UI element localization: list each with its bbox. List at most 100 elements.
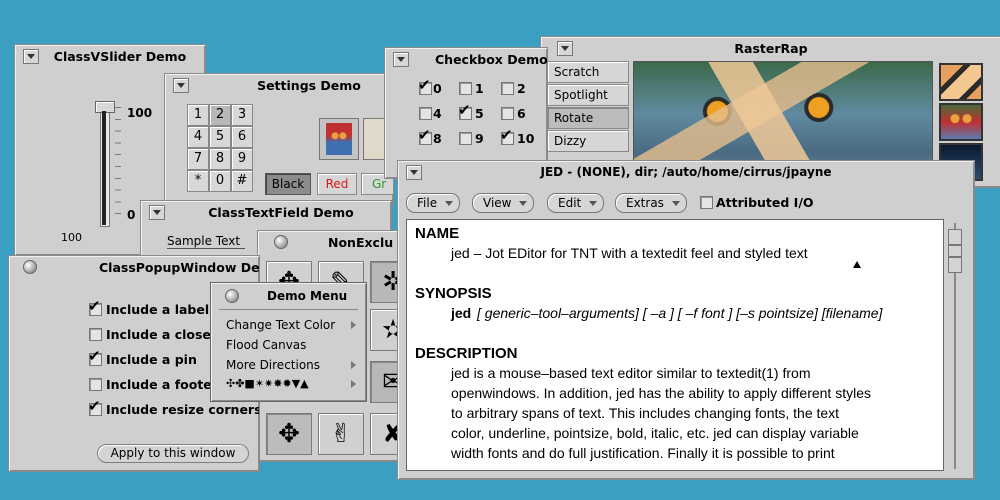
- color-red-button[interactable]: Red: [317, 173, 357, 195]
- jed-window: JED - (NONE), dir; /auto/home/cirrus/jpa…: [397, 160, 975, 480]
- extras-menu-label: Extras: [626, 196, 664, 210]
- sample-text-field[interactable]: Sample Text: [167, 234, 245, 249]
- window-menu-button[interactable]: [173, 78, 189, 93]
- vertical-scrollbar[interactable]: [948, 223, 962, 469]
- attributed-io-checkbox[interactable]: [700, 196, 713, 209]
- slider-min-label: 0: [127, 208, 136, 222]
- check-mark-icon: ✔: [88, 297, 101, 315]
- keypad-key[interactable]: 0: [209, 170, 231, 192]
- keypad-key[interactable]: 6: [231, 126, 253, 148]
- checkbox-4[interactable]: [419, 107, 432, 120]
- settings-titlebar[interactable]: Settings Demo: [165, 74, 393, 96]
- apply-to-window-button[interactable]: Apply to this window: [97, 444, 249, 463]
- chevron-down-icon: [445, 201, 454, 206]
- scroll-elevator[interactable]: [948, 245, 962, 257]
- demo-menu: Demo Menu Change Text Color Flood Canvas…: [210, 282, 367, 402]
- keypad-key[interactable]: 3: [231, 104, 253, 126]
- attributed-io-label: Attributed I/O: [716, 195, 814, 210]
- keypad-key[interactable]: 4: [187, 126, 209, 148]
- image-button-mandrill[interactable]: [319, 118, 359, 160]
- menu-item-symbols[interactable]: ✣✤■✶✷✸✹▼▲: [226, 377, 309, 390]
- extras-menu-button[interactable]: Extras: [615, 193, 687, 213]
- mandrill-image: [326, 123, 352, 155]
- synopsis-cmd: jed: [451, 305, 472, 321]
- window-menu-button[interactable]: [149, 205, 165, 220]
- include-close-text: Include a close: [106, 327, 211, 342]
- chevron-down-icon: [589, 201, 598, 206]
- menu-item-change-text-color[interactable]: Change Text Color: [226, 318, 335, 332]
- synopsis-args: [ generic–tool–arguments] [ –a ] [ –f fo…: [477, 305, 883, 321]
- keypad-key[interactable]: 5: [209, 126, 231, 148]
- text-area[interactable]: NAME jed – Jot EDitor for TNT with a tex…: [406, 219, 944, 471]
- include-footer-checkbox[interactable]: [89, 378, 102, 391]
- checkbox-2[interactable]: [501, 82, 514, 95]
- keypad-key[interactable]: 8: [209, 148, 231, 170]
- pin-icon[interactable]: [23, 260, 37, 274]
- checkbox-label: 10: [517, 131, 535, 146]
- edit-menu-button[interactable]: Edit: [547, 193, 605, 213]
- check-mark-icon: ✔: [458, 101, 471, 119]
- rasterrap-titlebar[interactable]: RasterRap: [541, 37, 1000, 59]
- keypad-key[interactable]: 9: [231, 148, 253, 170]
- slider-ticks: [115, 107, 121, 225]
- scroll-down-arrow-icon[interactable]: [948, 257, 962, 273]
- menu-divider: [219, 309, 358, 310]
- popup-title: ClassPopupWindow Demo: [99, 260, 260, 275]
- victory-hand-icon[interactable]: ✌: [318, 413, 364, 455]
- checkbox-label: 2: [517, 81, 526, 96]
- effect-item[interactable]: Dizzy: [547, 130, 629, 152]
- include-footer-text: Include a footer: [106, 377, 218, 392]
- view-menu-button[interactable]: View: [472, 193, 535, 213]
- color-black-button[interactable]: Black: [265, 173, 311, 195]
- menu-item-label: ✣✤■✶✷✸✹▼▲: [226, 377, 309, 390]
- checkbox-label: 6: [517, 106, 526, 121]
- effect-item-selected[interactable]: Rotate: [547, 107, 629, 129]
- checkbox-9[interactable]: [459, 132, 472, 145]
- chevron-down-icon: [519, 201, 528, 206]
- keypad-key[interactable]: *: [187, 170, 209, 192]
- textfield-title: ClassTextField Demo: [208, 205, 354, 220]
- thumbnail-butterfly[interactable]: [939, 63, 983, 101]
- scroll-up-arrow-icon[interactable]: [948, 229, 962, 245]
- jed-titlebar[interactable]: JED - (NONE), dir; /auto/home/cirrus/jpa…: [398, 161, 974, 183]
- submenu-arrow-icon: [351, 380, 356, 388]
- effect-item[interactable]: Scratch: [547, 61, 629, 83]
- description-line: openwindows. In addition, jed has the ab…: [451, 385, 871, 401]
- submenu-arrow-icon: [351, 321, 356, 329]
- description-line: color, underline, pointsize, bold, itali…: [451, 425, 859, 441]
- checkbox-titlebar[interactable]: Checkbox Demo: [385, 48, 547, 70]
- popup-titlebar[interactable]: ClassPopupWindow Demo: [9, 256, 259, 278]
- jed-title: JED - (NONE), dir; /auto/home/cirrus/jpa…: [540, 165, 832, 179]
- keypad-key[interactable]: 7: [187, 148, 209, 170]
- checkbox-1[interactable]: [459, 82, 472, 95]
- include-pin-text: Include a pin: [106, 352, 197, 367]
- nonexclusive-titlebar[interactable]: NonExclu: [258, 231, 408, 253]
- pin-icon[interactable]: [274, 235, 288, 249]
- keypad-key[interactable]: #: [231, 170, 253, 192]
- vslider-titlebar[interactable]: ClassVSlider Demo: [15, 45, 205, 67]
- crosshair-move-icon[interactable]: ✥: [266, 413, 312, 455]
- description-heading: DESCRIPTION: [415, 345, 518, 362]
- keypad-key[interactable]: 1: [187, 104, 209, 126]
- menu-item-more-directions[interactable]: More Directions: [226, 358, 320, 372]
- pin-icon[interactable]: [225, 289, 239, 303]
- thumbnail-mandrill[interactable]: [939, 103, 983, 141]
- checkbox-label: 1: [475, 81, 484, 96]
- include-close-checkbox[interactable]: [89, 328, 102, 341]
- view-menu-label: View: [483, 196, 512, 210]
- effect-item[interactable]: Spotlight: [547, 84, 629, 106]
- slider-footer-label: 100: [61, 231, 82, 244]
- settings-title: Settings Demo: [257, 78, 361, 93]
- slider-fill: [102, 111, 106, 225]
- vslider-title: ClassVSlider Demo: [53, 49, 187, 64]
- include-label-text: Include a label: [106, 302, 210, 317]
- textfield-titlebar[interactable]: ClassTextField Demo: [141, 201, 391, 223]
- menu-item-flood-canvas[interactable]: Flood Canvas: [226, 338, 306, 352]
- checkbox-label: 4: [433, 106, 442, 121]
- edit-menu-label: Edit: [558, 196, 582, 210]
- description-line: width fonts and do full justification. F…: [451, 445, 835, 461]
- keypad-key[interactable]: 2: [209, 104, 231, 126]
- window-menu-button[interactable]: [393, 52, 409, 67]
- file-menu-button[interactable]: File: [406, 193, 461, 213]
- checkbox-6[interactable]: [501, 107, 514, 120]
